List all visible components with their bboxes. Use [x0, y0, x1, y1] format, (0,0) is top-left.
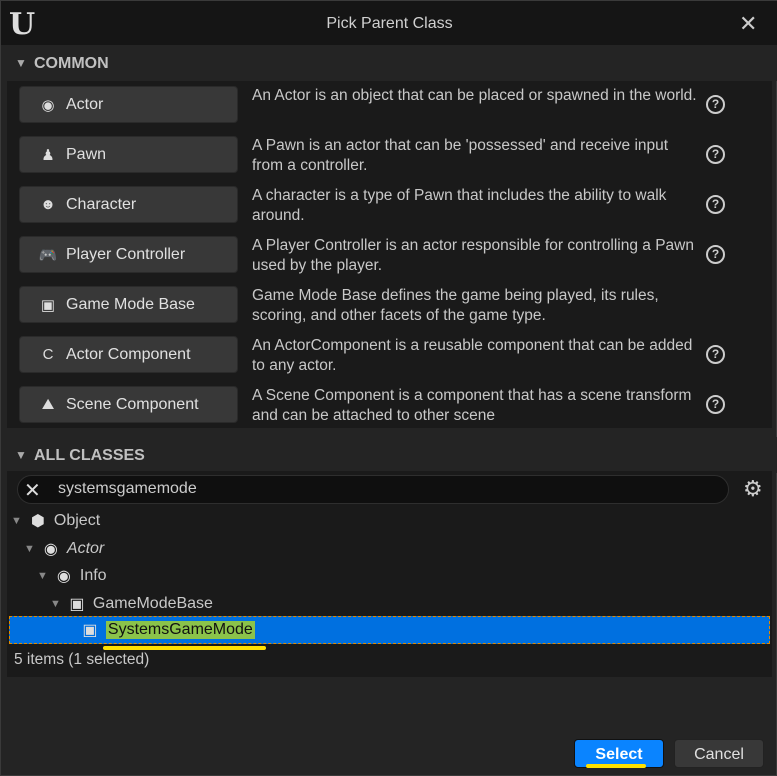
actor-component-icon: C: [42, 346, 54, 363]
expand-triangle-icon[interactable]: ▼: [24, 543, 35, 555]
expand-triangle-icon[interactable]: ▼: [37, 570, 48, 582]
actor-icon: ◉: [41, 96, 55, 114]
help-icon[interactable]: ?: [706, 95, 725, 114]
class-description: An Actor is an object that can be placed…: [252, 87, 697, 104]
class-description: A character is a type of Pawn that inclu…: [252, 187, 667, 224]
help-icon[interactable]: ?: [706, 145, 725, 164]
class-description: Game Mode Base defines the game being pl…: [252, 287, 659, 324]
common-class-row: ◉ Actor An Actor is an object that can be …: [7, 82, 772, 132]
common-class-button[interactable]: ▣ Game Mode Base: [19, 286, 238, 323]
tree-item-label: Actor: [66, 539, 105, 557]
game-mode-icon: ▣: [69, 595, 85, 613]
collapse-triangle-icon: ▼: [15, 56, 27, 70]
common-class-row: ▣ Game Mode Base Game Mode Base defines th…: [7, 282, 772, 332]
help-icon[interactable]: ?: [706, 345, 725, 364]
common-class-row: ♟ Pawn A Pawn is an actor that can be 'pos…: [7, 132, 772, 182]
class-description: A Scene Component is a component that ha…: [252, 387, 692, 424]
class-label: Game Mode Base: [66, 295, 195, 313]
common-class-row: 🎮 Player Controller A Player Controller is…: [7, 232, 772, 282]
common-class-button[interactable]: ☻ Character: [19, 186, 238, 223]
help-icon[interactable]: ?: [706, 395, 725, 414]
annotation-underline: [103, 646, 266, 650]
dialog-title: Pick Parent Class: [326, 15, 453, 32]
class-description: A Pawn is an actor that can be 'possesse…: [252, 137, 669, 174]
status-text: 5 items (1 selected): [14, 651, 150, 668]
scene-component-icon: ⛰: [41, 396, 55, 413]
common-class-button[interactable]: C Actor Component: [19, 336, 238, 373]
tree-item[interactable]: ▼ ▣ GameModeBase: [50, 590, 213, 617]
class-label: Pawn: [66, 145, 107, 163]
object-icon: ⬢: [30, 512, 45, 530]
tree-item-label: SystemsGameMode: [105, 620, 255, 639]
common-class-button[interactable]: ◉ Actor: [19, 86, 238, 123]
all-classes-section-header[interactable]: ▼ ALL CLASSES: [1, 437, 777, 473]
common-class-row: ☻ Character A character is a type of Pawn …: [7, 182, 772, 232]
collapse-triangle-icon: ▼: [15, 448, 27, 462]
common-section-header[interactable]: ▼ COMMON: [1, 45, 777, 81]
tree-item-label: GameModeBase: [92, 594, 213, 612]
class-label: Scene Component: [66, 395, 199, 413]
common-classes-list: ◉ Actor An Actor is an object that can be …: [7, 81, 772, 428]
character-icon: ☻: [40, 196, 56, 213]
close-icon[interactable]: ✕: [739, 11, 757, 37]
tree-item[interactable]: ▼▣SystemsGameMode: [63, 616, 255, 643]
tree-item[interactable]: ▼ ⬢ Object: [11, 507, 100, 534]
section-label: COMMON: [34, 55, 109, 72]
class-label: Character: [66, 195, 137, 213]
search-input[interactable]: [58, 480, 708, 498]
class-label: Player Controller: [66, 245, 186, 263]
class-description: A Player Controller is an actor responsi…: [252, 237, 694, 274]
class-label: Actor: [66, 95, 104, 113]
help-icon[interactable]: ?: [706, 195, 725, 214]
common-class-button[interactable]: ⛰ Scene Component: [19, 386, 238, 423]
class-search-box[interactable]: ✕: [17, 475, 729, 504]
common-class-button[interactable]: ♟ Pawn: [19, 136, 238, 173]
actor-icon: ◉: [56, 567, 71, 585]
annotation-underline: [586, 764, 646, 768]
game-mode-icon: ▣: [82, 621, 98, 639]
class-description: An ActorComponent is a reusable componen…: [252, 337, 693, 374]
gear-icon[interactable]: ⚙: [743, 476, 763, 502]
help-icon[interactable]: ?: [706, 245, 725, 264]
tree-item[interactable]: ▼ ◉ Actor: [24, 535, 104, 562]
tree-item[interactable]: ▼ ◉ Info: [37, 562, 107, 589]
tree-item-label: Info: [79, 566, 107, 584]
game-mode-icon: ▣: [40, 296, 56, 314]
common-class-button[interactable]: 🎮 Player Controller: [19, 236, 238, 273]
actor-icon: ◉: [43, 540, 58, 558]
tree-item-label: Object: [53, 511, 101, 529]
common-class-row: C Actor Component An ActorComponent is a r…: [7, 332, 772, 382]
pawn-icon: ♟: [41, 146, 55, 164]
common-class-row: ⛰ Scene Component A Scene Component is a c…: [7, 382, 772, 428]
gamepad-icon: 🎮: [38, 246, 58, 264]
cancel-button[interactable]: Cancel: [674, 739, 764, 768]
section-label: ALL CLASSES: [34, 447, 145, 464]
expand-triangle-icon[interactable]: ▼: [11, 515, 22, 527]
clear-search-icon[interactable]: ✕: [24, 478, 41, 503]
expand-triangle-icon[interactable]: ▼: [50, 598, 61, 610]
class-label: Actor Component: [66, 345, 191, 363]
